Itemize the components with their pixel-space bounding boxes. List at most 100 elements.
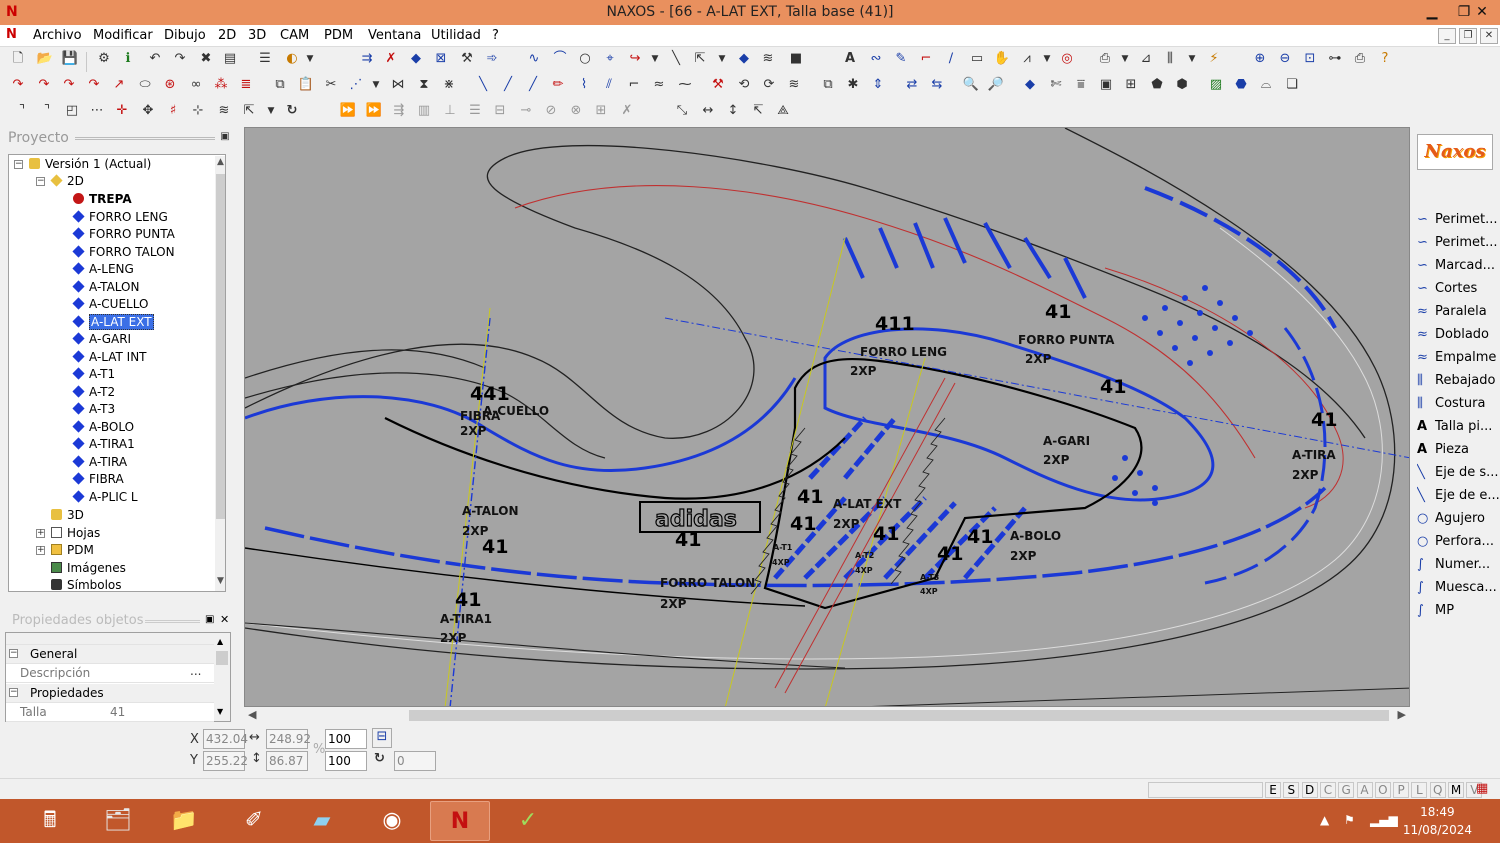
smooth-icon[interactable]: ≈ <box>649 75 669 95</box>
line-tool-icon[interactable]: ╲ <box>473 75 493 95</box>
redo-icon[interactable]: ↷ <box>170 49 190 69</box>
tree-item-piece[interactable]: FIBRA <box>72 471 124 488</box>
tool-7[interactable]: ⫼ Rebajado <box>1417 370 1499 392</box>
grid-icon[interactable]: ▦ <box>1476 781 1488 796</box>
pencil-icon[interactable]: ✏ <box>548 75 568 95</box>
scissors-icon[interactable]: ✄ <box>1046 75 1066 95</box>
tool-3[interactable]: ∽ Cortes <box>1417 278 1499 300</box>
menu-utilidad[interactable]: Utilidad <box>431 28 481 43</box>
close-icon[interactable]: ✕ <box>220 613 229 626</box>
chrome-icon[interactable]: ◉ <box>362 801 422 841</box>
disabled-icon[interactable]: ✗ <box>617 101 637 121</box>
tree-item-piece[interactable]: A-LAT EXT <box>72 313 154 331</box>
chevron-down-icon[interactable]: ▼ <box>300 49 320 69</box>
expand-toggle[interactable]: + <box>36 529 45 538</box>
chevron-down-icon[interactable]: ▼ <box>1115 49 1135 69</box>
open-folder-icon[interactable]: 📂 <box>35 49 55 69</box>
tree-item-piece[interactable]: TREPA <box>73 191 132 208</box>
help-icon[interactable]: ? <box>1375 49 1395 69</box>
chevron-down-icon[interactable]: ▼ <box>261 101 281 121</box>
tool-1[interactable]: ∽ Perimet... <box>1417 232 1499 254</box>
tool-16[interactable]: ∫ Muesca... <box>1417 577 1499 599</box>
corner-icon[interactable]: ⌝ <box>12 101 32 121</box>
shape-icon[interactable]: ⬢ <box>1172 75 1192 95</box>
3d-icon[interactable]: ⬣ <box>1231 75 1251 95</box>
calculator-icon[interactable]: 🖩 <box>20 801 80 841</box>
property-value[interactable]: 41 <box>110 703 125 722</box>
join-icon[interactable]: ⁓ <box>675 75 695 95</box>
scroll-thumb[interactable] <box>216 651 228 665</box>
lock-ratio-button[interactable]: ⊟ <box>372 728 392 748</box>
grid-icon[interactable]: ≣ <box>236 75 256 95</box>
stack-icon[interactable]: ⩸ <box>1071 75 1091 95</box>
flip-icon[interactable]: ⧗ <box>414 75 434 95</box>
clock[interactable]: 18:49 11/08/2024 <box>1403 803 1472 839</box>
diamond-icon[interactable]: ◆ <box>734 49 754 69</box>
pin-icon[interactable]: ▣ <box>205 614 214 625</box>
chevron-down-icon[interactable]: ▼ <box>366 75 386 95</box>
tool-6[interactable]: ≈ Empalme <box>1417 347 1499 369</box>
category-general[interactable]: − General <box>6 645 214 664</box>
mirror-icon[interactable]: ⋈ <box>388 75 408 95</box>
zoom-in-icon[interactable]: 🔍 <box>961 75 981 95</box>
shape-icon[interactable]: ⬟ <box>1147 75 1167 95</box>
layers-icon[interactable]: ❏ <box>1282 75 1302 95</box>
tree-item-piece[interactable]: FORRO PUNTA <box>72 226 175 243</box>
scroll-thumb[interactable] <box>409 710 1389 721</box>
close-button[interactable]: ✕ <box>1464 0 1500 25</box>
line-tool-icon[interactable]: ╱ <box>523 75 543 95</box>
scroll-left-icon[interactable]: ◀ <box>248 708 256 721</box>
collapse-toggle[interactable]: − <box>9 649 18 658</box>
pencil-app-icon[interactable]: ✐ <box>224 801 284 841</box>
spiral-icon[interactable]: ⊛ <box>160 75 180 95</box>
wave-icon[interactable]: ≋ <box>214 101 234 121</box>
tool-5[interactable]: ≈ Doblado <box>1417 324 1499 346</box>
tree-item-piece[interactable]: A-LENG <box>72 261 134 278</box>
trim-icon[interactable]: ⋇ <box>439 75 459 95</box>
signal-icon[interactable]: ▂▄▆ <box>1370 813 1398 827</box>
columns-icon[interactable]: ⫼ <box>1160 49 1180 69</box>
chevron-down-icon[interactable]: ▼ <box>1037 49 1057 69</box>
arc-icon[interactable]: ↷ <box>84 75 104 95</box>
tree-scrollbar[interactable]: ▲ ▼ <box>215 156 225 591</box>
rotation-field[interactable]: 0 <box>394 751 436 771</box>
disabled-icon[interactable]: ⊸ <box>516 101 536 121</box>
tool-0[interactable]: ∽ Perimet... <box>1417 209 1499 231</box>
triangle-icon[interactable]: ⟁ <box>773 101 793 121</box>
move-icon[interactable]: ✥ <box>138 101 158 121</box>
properties-icon[interactable]: ▤ <box>220 49 240 69</box>
status-toggle-m[interactable]: M <box>1448 782 1464 798</box>
dots-icon[interactable]: ⁂ <box>211 75 231 95</box>
fit-icon[interactable]: ⊠ <box>431 49 451 69</box>
drawing-canvas[interactable]: adidas 441 411 41 41 41 41 41 41 41 41 4… <box>244 127 1410 707</box>
zoom-in-icon[interactable]: ⊕ <box>1250 49 1270 69</box>
copy-icon[interactable]: ⧉ <box>270 75 290 95</box>
tree-item-piece[interactable]: A-LAT INT <box>72 349 147 366</box>
forward-red-icon[interactable]: ⏩ <box>364 101 384 121</box>
status-toggle-d[interactable]: D <box>1301 782 1318 798</box>
file-explorer-icon[interactable]: 📁 <box>154 801 214 841</box>
width-icon[interactable]: ↔ <box>698 101 718 121</box>
zoom-out-icon[interactable]: 🔎 <box>986 75 1006 95</box>
magic-icon[interactable]: ⚡ <box>1204 49 1224 69</box>
curve-icon[interactable]: ↪ <box>625 49 645 69</box>
arrow-right-icon[interactable]: ➾ <box>482 49 502 69</box>
step-icon[interactable]: ⌐ <box>624 75 644 95</box>
tree-item-piece[interactable]: A-TIRA1 <box>72 436 135 453</box>
menu-dibujo[interactable]: Dibujo <box>164 28 206 43</box>
image-icon[interactable]: ▨ <box>1206 75 1226 95</box>
expand-toggle[interactable]: + <box>36 546 45 555</box>
ellipsis-button[interactable]: ... <box>190 662 201 681</box>
scroll-down-icon[interactable]: ▼ <box>217 707 223 716</box>
arrows-icon[interactable]: ⇄ <box>902 75 922 95</box>
naxos-taskbar-icon[interactable]: N <box>430 801 490 841</box>
menu-ventana[interactable]: Ventana <box>368 28 421 43</box>
info-icon[interactable]: ℹ <box>118 49 138 69</box>
scroll-up-icon[interactable]: ▲ <box>217 637 223 646</box>
square-icon[interactable]: ■ <box>786 49 806 69</box>
notes-app-icon[interactable]: ▰ <box>292 801 352 841</box>
scale-y-field[interactable]: 100 <box>325 751 367 771</box>
tree-node-3d[interactable]: 3D <box>51 507 84 524</box>
line-tool-icon[interactable]: ╱ <box>498 75 518 95</box>
status-toggle-l[interactable]: L <box>1411 782 1428 798</box>
